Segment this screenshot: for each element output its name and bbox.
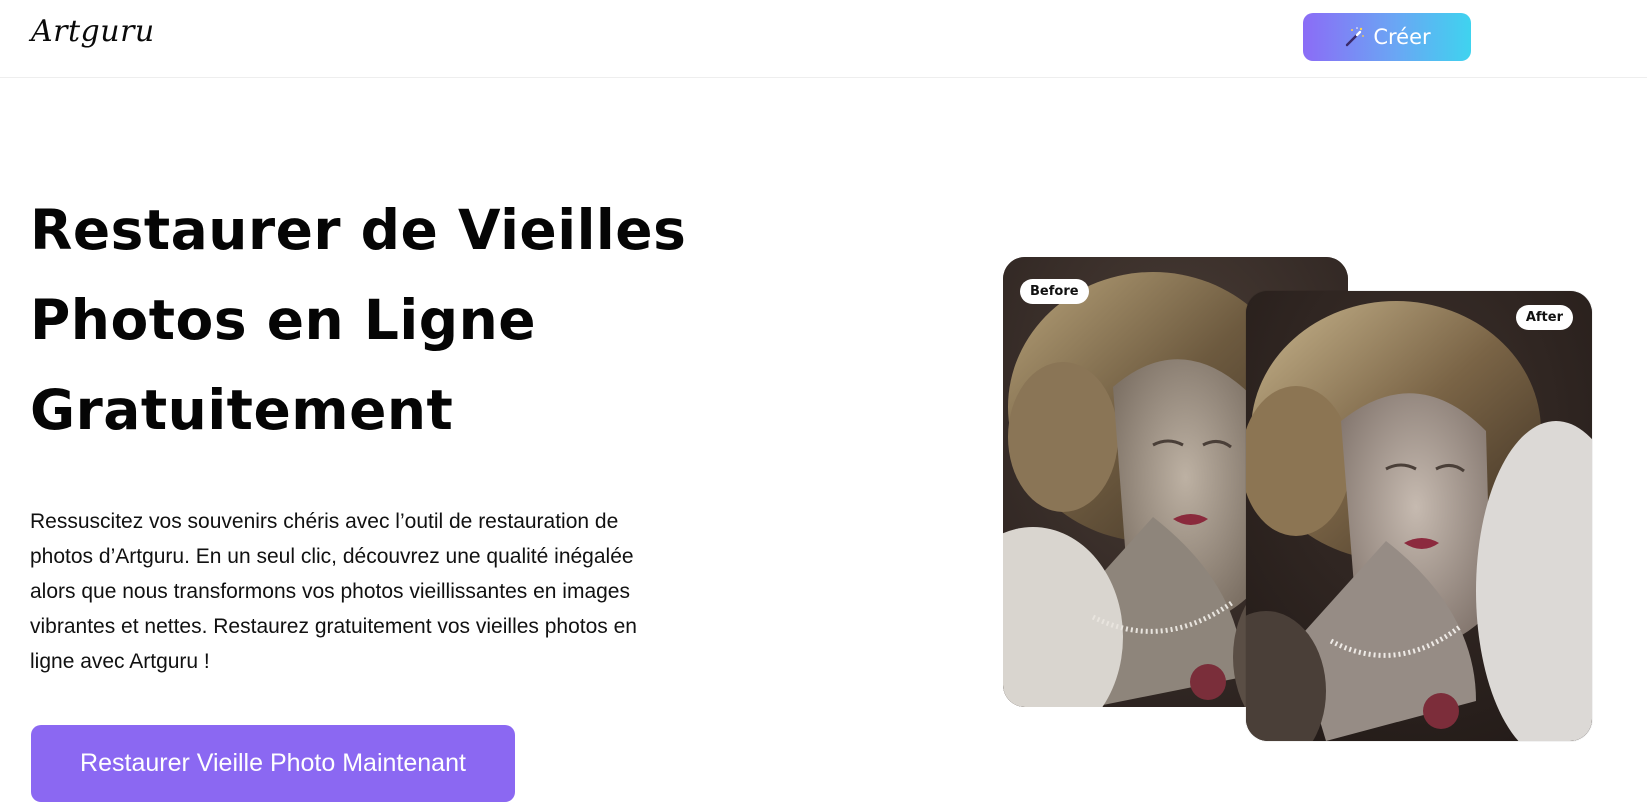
description-line: alors que nous transformons vos photos v… (30, 580, 630, 603)
description-line: vibrantes et nettes. Restaurez gratuitem… (30, 615, 637, 638)
page-title: Restaurer de Vieilles Photos en Ligne Gr… (30, 185, 730, 455)
hero-description: Ressuscitez vos souvenirs chéris avec l’… (30, 504, 750, 679)
magic-wand-icon (1346, 27, 1365, 47)
after-label: After (1515, 305, 1573, 330)
description-line: ligne avec Artguru ! (30, 650, 210, 673)
before-label: Before (1020, 279, 1089, 304)
description-line: photos d’Artguru. En un seul clic, décou… (30, 545, 634, 568)
artguru-logo[interactable]: Artguru (31, 14, 155, 49)
title-line-1: Restaurer de Vieilles (30, 198, 687, 262)
after-portrait-illustration (1246, 291, 1592, 741)
description-line: Ressuscitez vos souvenirs chéris avec l’… (30, 510, 619, 533)
restore-photo-button[interactable]: Restaurer Vieille Photo Maintenant (31, 725, 515, 802)
title-line-3: Gratuitement (30, 378, 454, 442)
top-navigation: Artguru Créer (0, 0, 1647, 78)
title-line-2: Photos en Ligne (30, 288, 537, 352)
create-button[interactable]: Créer (1303, 13, 1471, 61)
create-button-label: Créer (1373, 25, 1431, 49)
after-photo: After (1246, 291, 1592, 741)
